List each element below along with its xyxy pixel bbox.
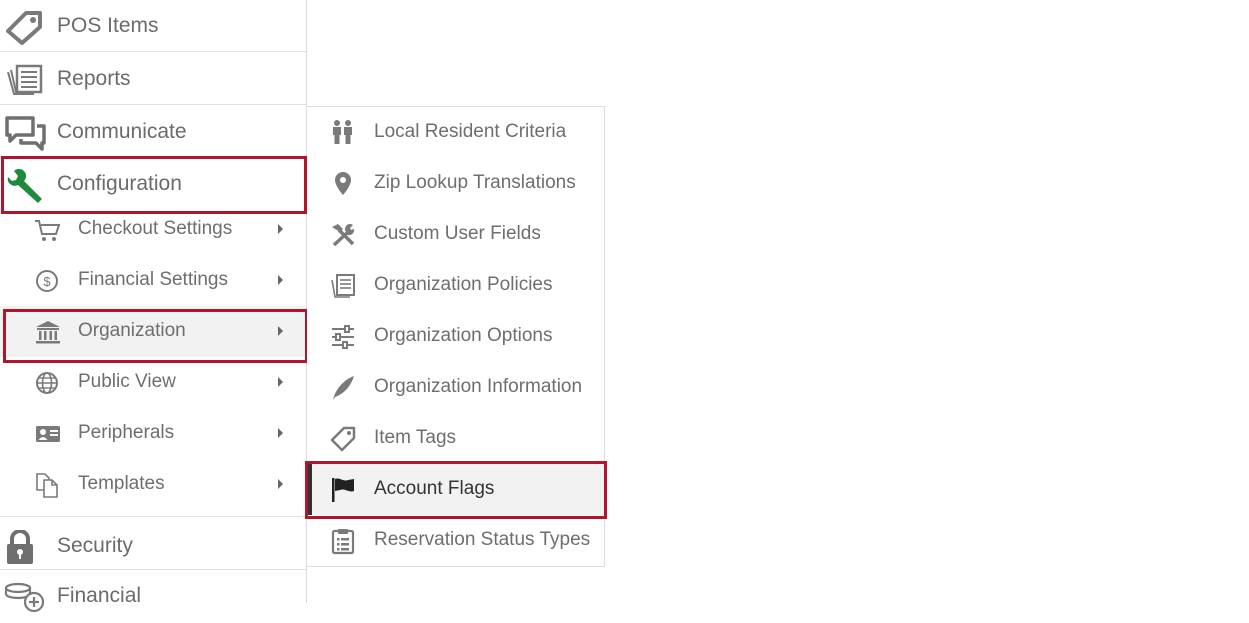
flyout-item-account-flags[interactable]: Account Flags (307, 464, 605, 515)
flyout-item-label: Organization Information (374, 376, 583, 397)
submenu-item-organization[interactable]: Organization (0, 306, 306, 357)
submenu-item-label: Templates (78, 473, 165, 494)
documents-icon (34, 472, 62, 498)
flyout-item-reservation-status-types[interactable]: Reservation Status Types (307, 515, 605, 566)
map-pin-icon (329, 170, 357, 198)
caret-right-icon (278, 428, 283, 438)
flyout-item-item-tags[interactable]: Item Tags (307, 413, 605, 464)
nav-item-reports[interactable]: Reports (0, 53, 306, 105)
reports-icon (4, 62, 46, 98)
flyout-item-label: Local Resident Criteria (374, 121, 567, 142)
submenu-item-label: Organization (78, 320, 186, 341)
flyout-item-label: Custom User Fields (374, 223, 541, 244)
svg-text:$: $ (43, 274, 51, 289)
nav-item-pos-items[interactable]: POS Items (0, 0, 306, 52)
people-icon (329, 119, 357, 147)
caret-right-icon (278, 377, 283, 387)
feather-icon (329, 374, 357, 402)
nav-item-financial[interactable]: Financial (0, 570, 306, 622)
flyout-item-custom-user-fields[interactable]: Custom User Fields (307, 209, 605, 260)
divider (0, 516, 306, 517)
bank-icon (34, 319, 62, 345)
sliders-icon (329, 323, 357, 351)
nav-item-configuration[interactable]: Configuration (0, 158, 306, 210)
flyout-item-local-resident-criteria[interactable]: Local Resident Criteria (307, 107, 605, 158)
tag-icon (4, 9, 46, 45)
nav-item-label: POS Items (57, 14, 159, 37)
submenu-item-peripherals[interactable]: Peripherals (0, 408, 306, 459)
flyout-item-label: Reservation Status Types (374, 529, 591, 550)
policies-icon (329, 272, 357, 300)
submenu-item-templates[interactable]: Templates (0, 459, 306, 510)
nav-item-label: Financial (57, 584, 142, 607)
flyout-item-zip-lookup-translations[interactable]: Zip Lookup Translations (307, 158, 605, 209)
nav-item-label: Communicate (57, 120, 187, 143)
flyout-item-label: Item Tags (374, 427, 457, 448)
coins-icon (4, 582, 46, 618)
flyout-item-label: Account Flags (374, 478, 495, 499)
tools-icon (329, 221, 357, 249)
nav-item-label: Reports (57, 67, 131, 90)
id-card-icon (34, 421, 62, 447)
submenu-item-public-view[interactable]: Public View (0, 357, 306, 408)
nav-item-communicate[interactable]: Communicate (0, 106, 306, 158)
chat-icon (4, 115, 46, 151)
submenu-item-label: Peripherals (78, 422, 175, 443)
organization-flyout-menu: Local Resident Criteria Zip Lookup Trans… (307, 106, 605, 567)
submenu-item-label: Financial Settings (78, 269, 228, 290)
nav-item-security[interactable]: Security (0, 518, 306, 570)
tag-icon (329, 425, 357, 453)
clipboard-icon (329, 527, 357, 555)
flyout-item-organization-policies[interactable]: Organization Policies (307, 260, 605, 311)
lock-icon (4, 529, 46, 566)
nav-item-label: Security (57, 534, 133, 557)
flag-icon (329, 476, 357, 504)
flyout-item-organization-information[interactable]: Organization Information (307, 362, 605, 413)
flyout-item-label: Organization Policies (374, 274, 553, 295)
flyout-item-organization-options[interactable]: Organization Options (307, 311, 605, 362)
caret-right-icon (278, 326, 283, 336)
submenu-item-label: Checkout Settings (78, 218, 233, 239)
flyout-item-label: Organization Options (374, 325, 553, 346)
dollar-circle-icon: $ (34, 268, 62, 294)
active-indicator (307, 464, 312, 515)
caret-right-icon (278, 479, 283, 489)
caret-right-icon (278, 275, 283, 285)
main-sidebar: POS Items Reports Communicate Configurat… (0, 0, 308, 613)
submenu-item-financial-settings[interactable]: $ Financial Settings (0, 255, 306, 306)
cart-icon (34, 217, 62, 243)
flyout-item-label: Zip Lookup Translations (374, 172, 576, 193)
submenu-item-label: Public View (78, 371, 176, 392)
nav-item-label: Configuration (57, 172, 182, 195)
submenu-item-checkout-settings[interactable]: Checkout Settings (0, 204, 306, 255)
wrench-icon (4, 168, 46, 205)
caret-right-icon (278, 224, 283, 234)
globe-icon (34, 370, 62, 396)
